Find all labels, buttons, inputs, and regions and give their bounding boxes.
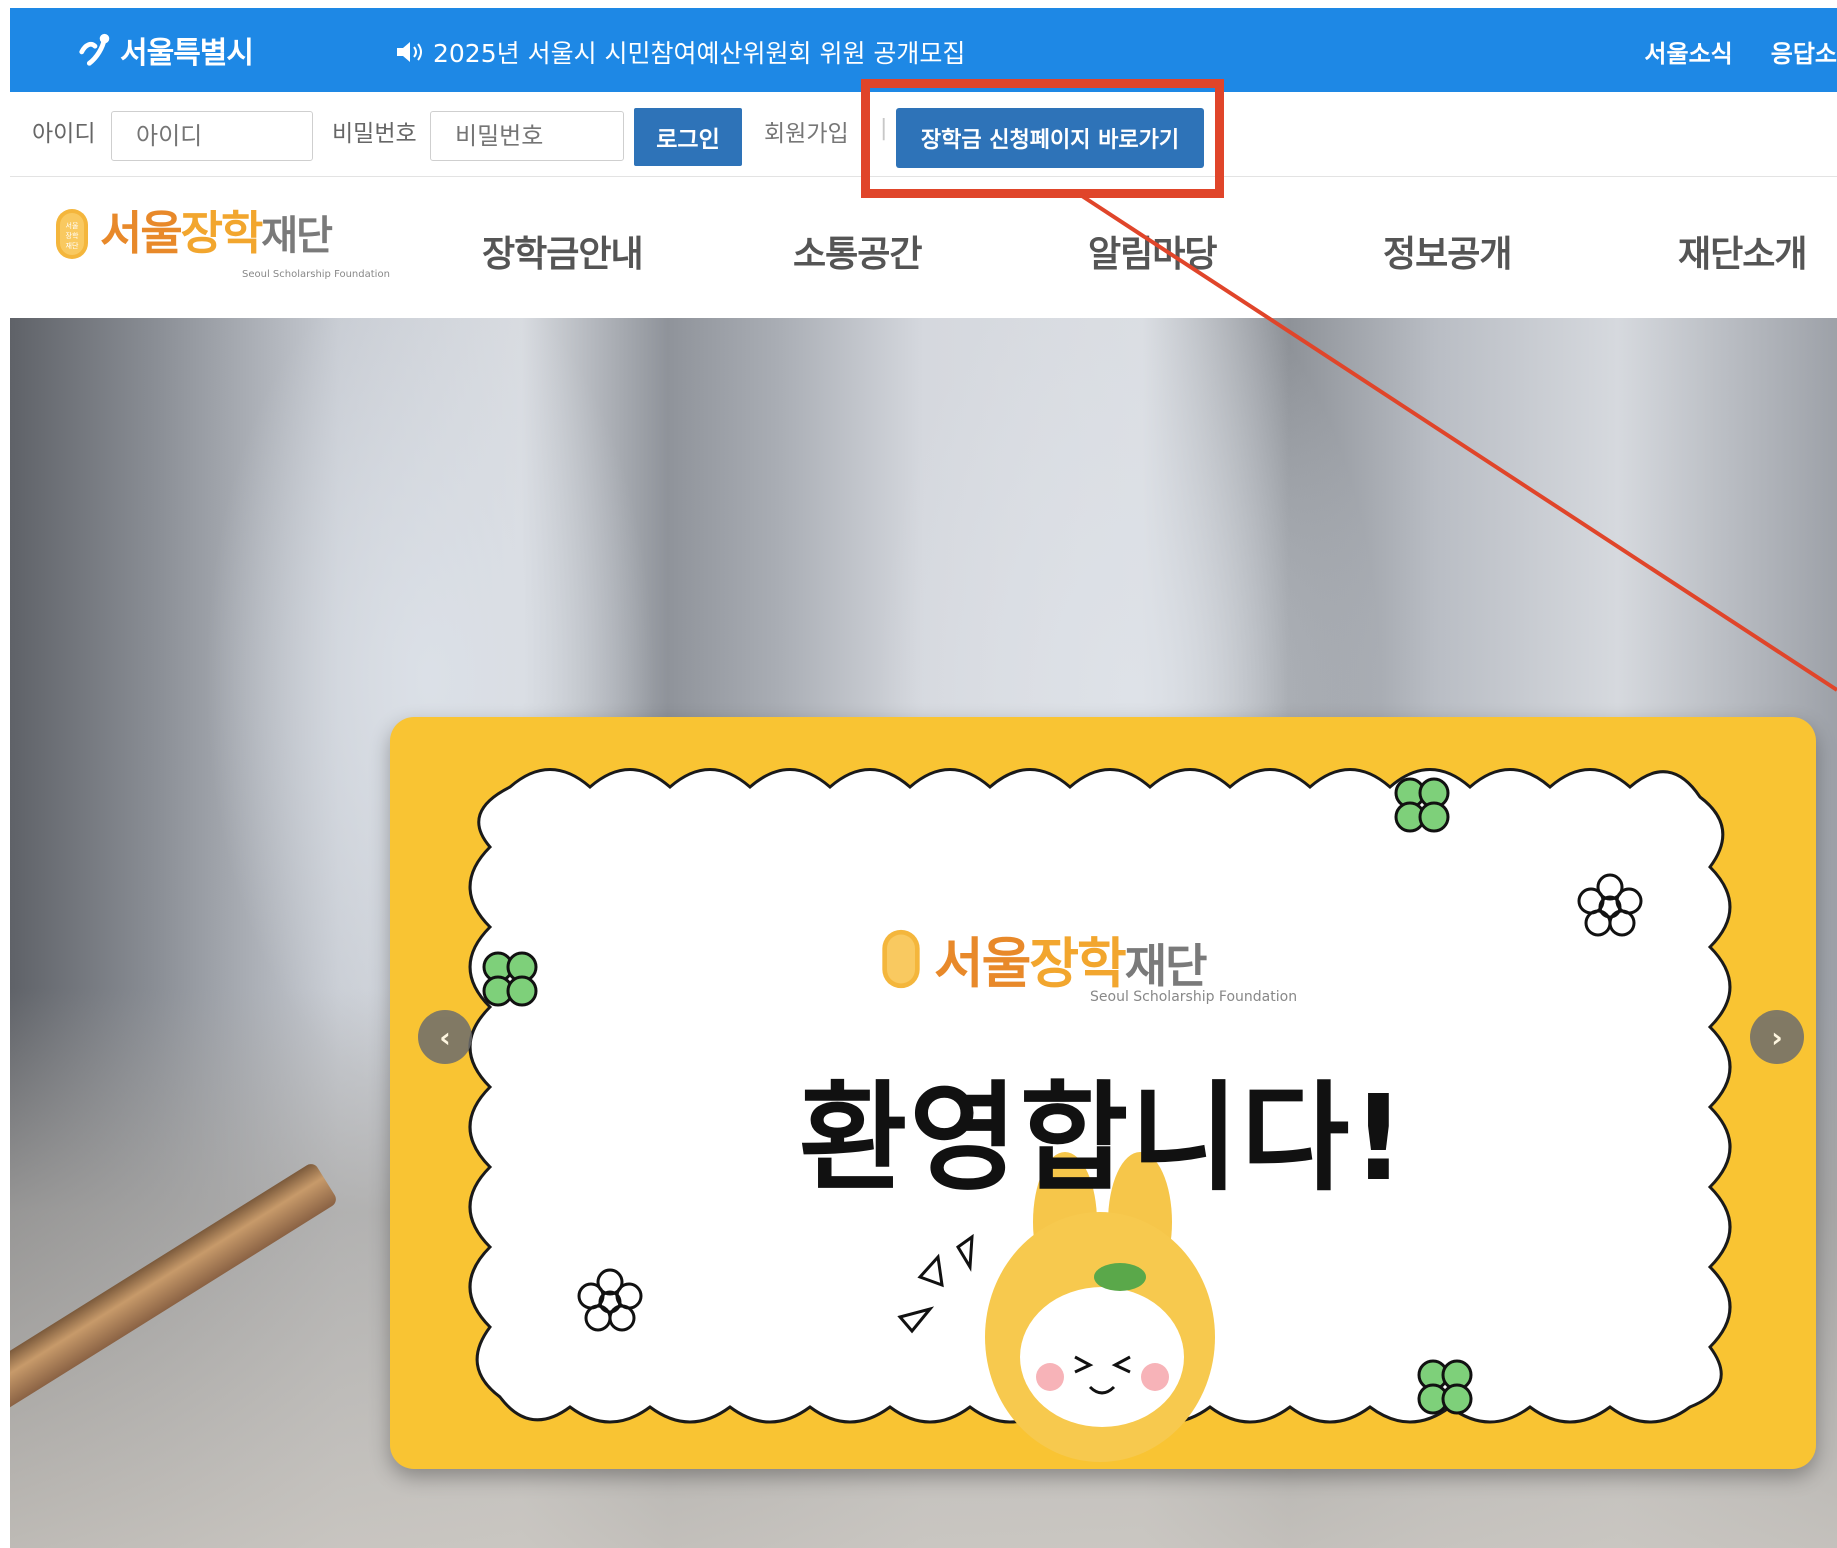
foundation-subtitle: Seoul Scholarship Foundation [242,269,390,280]
welcome-slide: 서울장학재단 Seoul Scholarship Foundation 환영합니… [390,717,1816,1469]
utility-links: 서울소식 응답소 [1644,34,1837,69]
welcome-heading: 환영합니다! [798,1069,1408,1207]
nav-about[interactable]: 재단소개 [1678,225,1807,277]
seoul-scholarship-medal-icon: 서울 장학 재단 [56,209,88,259]
nav-communication[interactable]: 소통공간 [793,225,922,277]
password-input[interactable] [430,111,624,161]
id-input[interactable] [111,111,313,161]
login-button[interactable]: 로그인 [634,108,742,166]
speaker-icon [397,42,422,62]
seoul-city-mark-icon [79,33,110,66]
notice-ticker[interactable]: 2025년 서울시 시민참여예산위원회 위원 공개모집 [395,34,965,70]
slide-foundation-logo: 서울장학재단 Seoul Scholarship Foundation [880,919,1297,1005]
svg-text:장학: 장학 [66,231,79,240]
svg-text:재단: 재단 [66,241,79,250]
chevron-left-icon: ‹ [439,1020,451,1054]
seoul-city-logo[interactable]: 서울특별시 [76,30,254,71]
notice-text[interactable]: 2025년 서울시 시민참여예산위원회 위원 공개모집 [433,34,965,70]
slide-next-button[interactable]: › [1750,1010,1804,1064]
seoul-scholarship-medal-icon [882,929,920,988]
svg-text:서울: 서울 [66,221,79,230]
main-header: 서울 장학 재단 서울장학재단 Seoul Scholarship Founda… [10,177,1837,317]
foundation-logo[interactable]: 서울 장학 재단 서울장학재단 Seoul Scholarship Founda… [54,206,390,280]
slide-foundation-subtitle: Seoul Scholarship Foundation [1090,989,1298,1005]
seoul-news-link[interactable]: 서울소식 [1644,34,1732,69]
eungdapso-link[interactable]: 응답소 [1771,34,1837,69]
id-label: 아이디 [32,121,96,147]
nav-notice-board[interactable]: 알림마당 [1088,225,1217,277]
browser-viewport: 서울특별시 2025년 서울시 시민참여예산위원회 위원 공개모집 서울소식 응… [10,0,1837,1548]
foundation-wordmark: 서울장학재단 [100,206,333,260]
highlight-box [861,79,1224,198]
slide-prev-button[interactable]: ‹ [418,1010,472,1064]
join-link[interactable]: 회원가입 [764,114,849,148]
slide-foundation-wordmark: 서울장학재단 [934,932,1207,995]
chevron-right-icon: › [1771,1020,1783,1054]
nav-scholarship-info[interactable]: 장학금안내 [482,225,644,277]
nav-public-info[interactable]: 정보공개 [1383,225,1512,277]
seoul-city-name: 서울특별시 [120,36,254,71]
password-label: 비밀번호 [332,121,417,147]
